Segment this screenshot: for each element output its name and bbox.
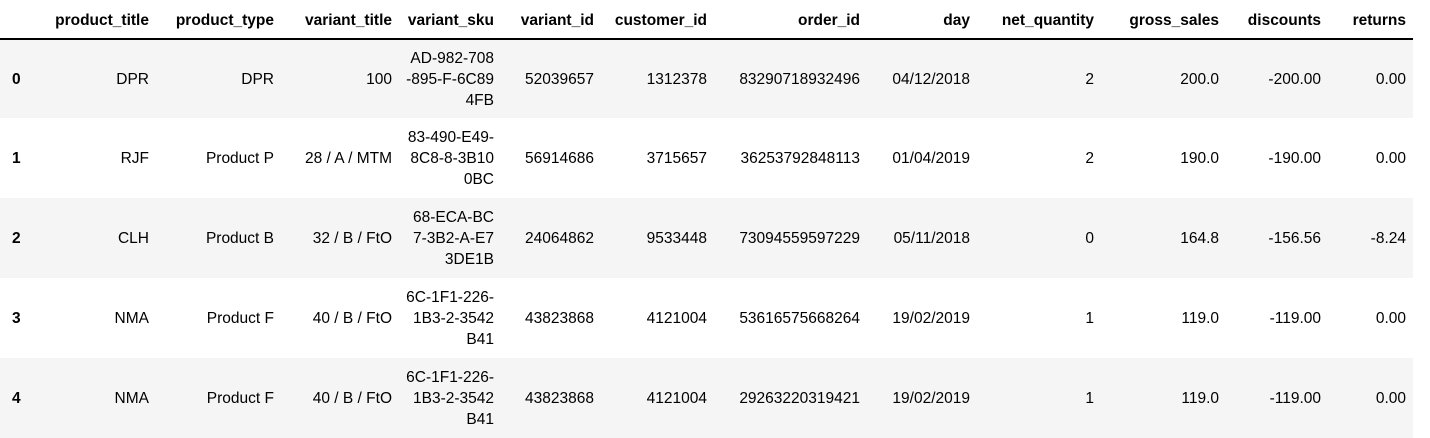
table-header: product_title product_type variant_title… [0, 0, 1413, 39]
column-header: variant_id [520, 12, 594, 29]
column-header: customer_id [614, 12, 707, 29]
dataframe-output: product_title product_type variant_title… [0, 0, 1430, 438]
cell-variant-sku: AD-982-708-895-F-6C894FB [406, 49, 494, 109]
cell-gross-sales: 200.0 [1180, 70, 1219, 88]
cell-product-type: Product B [205, 229, 274, 247]
cell-net-quantity: 1 [1085, 389, 1094, 407]
table-row: 4 NMA Product F 40 / B / FtO 6C-1F1-226-… [0, 358, 1413, 438]
cell-discounts: -190.00 [1268, 149, 1321, 167]
cell-returns: 0.00 [1375, 70, 1406, 88]
cell-day: 19/02/2019 [892, 309, 970, 327]
cell-customer-id: 1312378 [646, 70, 707, 88]
cell-product-title: DPR [116, 70, 149, 88]
cell-variant-id: 24064862 [525, 229, 594, 247]
cell-product-title: NMA [114, 389, 149, 407]
cell-product-title: NMA [114, 309, 149, 327]
column-header: product_title [55, 12, 149, 29]
row-index: 2 [12, 229, 21, 247]
cell-returns: 0.00 [1375, 149, 1406, 167]
column-header-index [0, 0, 35, 39]
row-index: 0 [12, 70, 21, 88]
cell-net-quantity: 2 [1085, 149, 1094, 167]
column-header: gross_sales [1129, 12, 1219, 29]
cell-product-type: Product F [206, 309, 274, 327]
cell-gross-sales: 119.0 [1181, 309, 1219, 327]
cell-variant-title: 40 / B / FtO [312, 389, 392, 407]
cell-variant-id: 56914686 [525, 149, 594, 167]
cell-day: 04/12/2018 [892, 70, 970, 88]
cell-discounts: -156.56 [1268, 229, 1321, 247]
cell-day: 01/04/2019 [892, 149, 970, 167]
cell-customer-id: 4121004 [646, 389, 707, 407]
dataframe-table: product_title product_type variant_title… [0, 0, 1413, 438]
column-header: variant_sku [407, 12, 494, 29]
cell-order-id: 83290718932496 [739, 70, 860, 88]
cell-returns: 0.00 [1375, 309, 1406, 327]
cell-variant-id: 52039657 [525, 70, 594, 88]
cell-variant-title: 40 / B / FtO [312, 309, 392, 327]
cell-order-id: 53616575668264 [739, 309, 860, 327]
column-header: variant_title [304, 12, 392, 29]
cell-discounts: -200.00 [1268, 70, 1321, 88]
cell-order-id: 29263220319421 [739, 389, 860, 407]
cell-gross-sales: 190.0 [1180, 149, 1219, 167]
cell-returns: -8.24 [1370, 229, 1406, 247]
cell-variant-sku: 83-490-E49-8C8-8-3B100BC [407, 128, 494, 188]
cell-order-id: 73094559597229 [739, 229, 860, 247]
header-row: product_title product_type variant_title… [0, 0, 1413, 39]
row-index: 1 [12, 149, 21, 167]
column-header: discounts [1247, 12, 1321, 29]
cell-variant-id: 43823868 [525, 309, 594, 327]
cell-net-quantity: 2 [1085, 70, 1094, 88]
cell-discounts: -119.00 [1269, 389, 1321, 407]
cell-product-title: RJF [120, 149, 149, 167]
cell-variant-title: 28 / A / MTM [305, 149, 392, 167]
cell-returns: 0.00 [1375, 389, 1406, 407]
cell-variant-sku: 6C-1F1-226-1B3-2-3542B41 [406, 368, 494, 428]
table-row: 0 DPR DPR 100 AD-982-708-895-F-6C894FB 5… [0, 39, 1413, 118]
column-header: returns [1352, 12, 1406, 29]
table-row: 1 RJF Product P 28 / A / MTM 83-490-E49-… [0, 118, 1413, 198]
cell-variant-id: 43823868 [525, 389, 594, 407]
cell-discounts: -119.00 [1269, 309, 1321, 327]
cell-net-quantity: 0 [1085, 229, 1094, 247]
cell-gross-sales: 119.0 [1181, 389, 1219, 407]
column-header: day [943, 12, 970, 29]
cell-variant-title: 100 [366, 70, 392, 88]
table-row: 2 CLH Product B 32 / B / FtO 68-ECA-BC7-… [0, 198, 1413, 278]
cell-customer-id: 4121004 [646, 309, 707, 327]
cell-variant-sku: 6C-1F1-226-1B3-2-3542B41 [406, 288, 494, 348]
row-index: 4 [12, 389, 21, 407]
table-row: 3 NMA Product F 40 / B / FtO 6C-1F1-226-… [0, 278, 1413, 358]
cell-product-type: Product F [206, 389, 274, 407]
row-index: 3 [12, 309, 21, 327]
cell-day: 19/02/2019 [892, 389, 970, 407]
cell-product-type: DPR [241, 70, 274, 88]
cell-variant-sku: 68-ECA-BC7-3B2-A-E73DE1B [413, 208, 494, 268]
cell-customer-id: 9533448 [646, 229, 707, 247]
cell-net-quantity: 1 [1085, 309, 1094, 327]
cell-day: 05/11/2018 [893, 229, 970, 247]
cell-order-id: 36253792848113 [740, 149, 860, 167]
table-body: 0 DPR DPR 100 AD-982-708-895-F-6C894FB 5… [0, 39, 1413, 438]
cell-customer-id: 3715657 [646, 149, 707, 167]
column-header: product_type [175, 12, 274, 29]
cell-product-type: Product P [205, 149, 274, 167]
cell-variant-title: 32 / B / FtO [312, 229, 392, 247]
cell-product-title: CLH [117, 229, 149, 247]
column-header: net_quantity [1001, 12, 1094, 29]
column-header: order_id [797, 12, 860, 29]
cell-gross-sales: 164.8 [1180, 229, 1219, 247]
